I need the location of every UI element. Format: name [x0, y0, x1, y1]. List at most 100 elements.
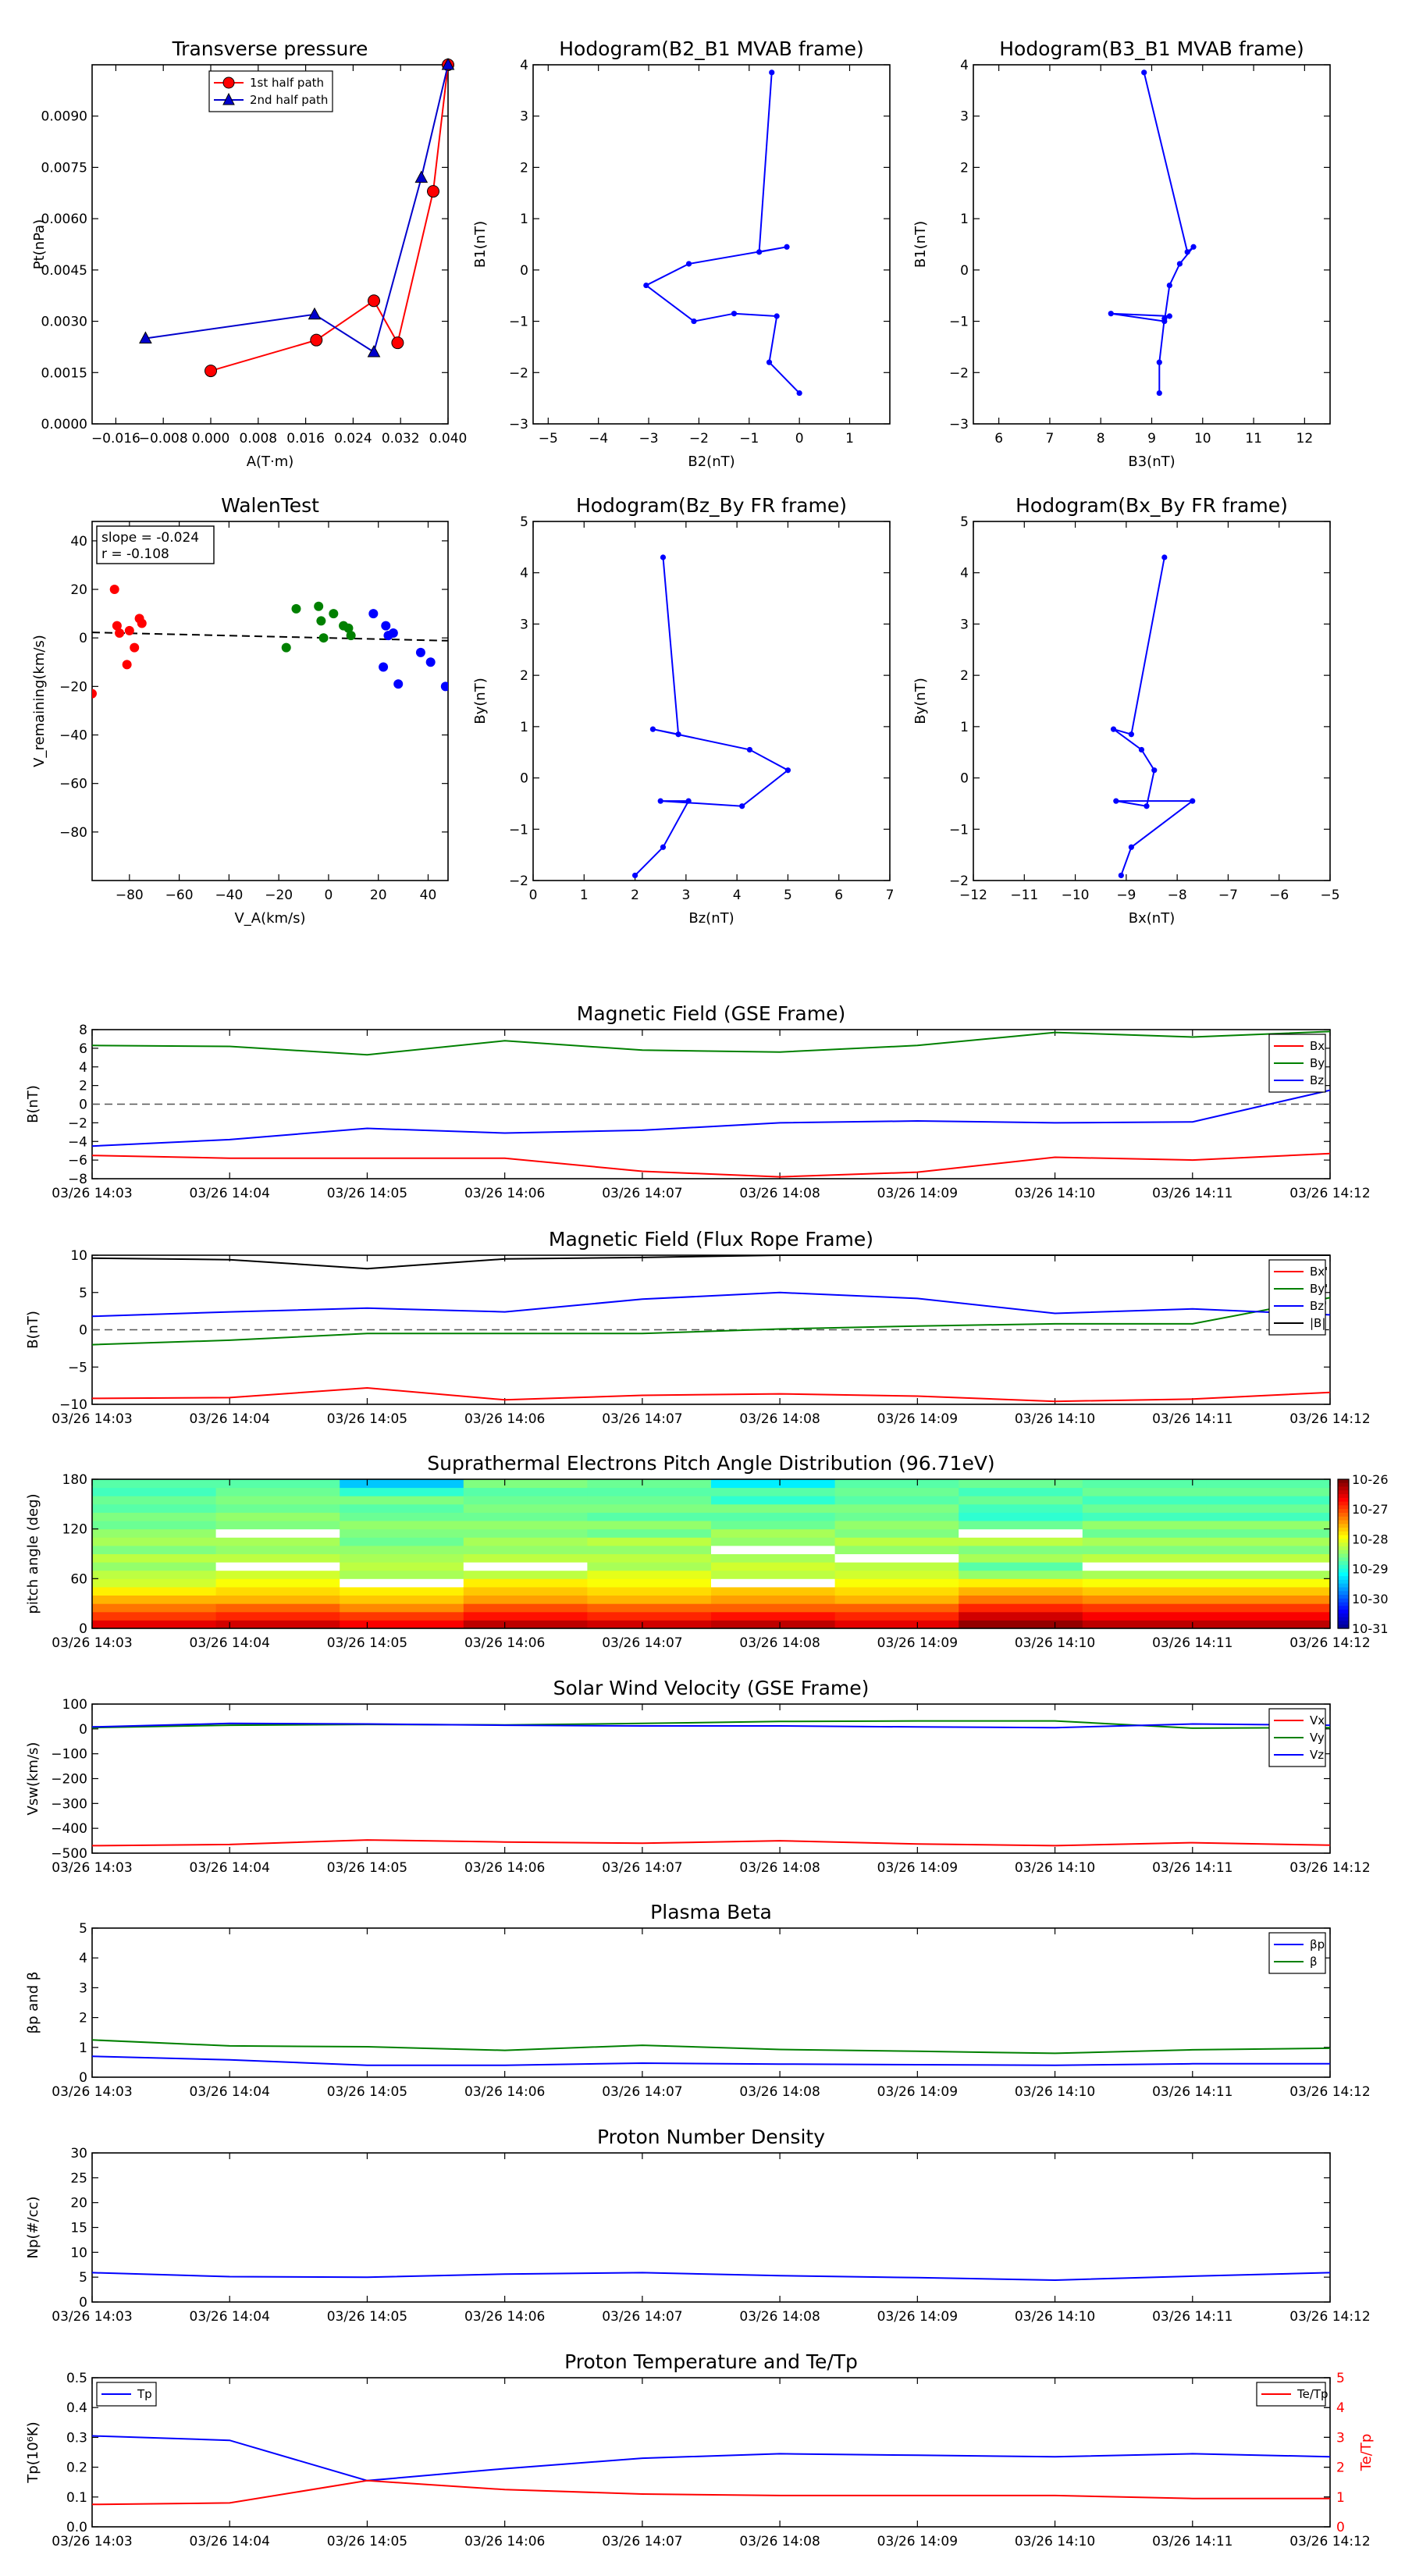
heatmap-cell	[463, 1487, 588, 1496]
y-tick-label: 0	[79, 631, 87, 646]
series-line	[91, 1291, 1331, 1318]
colorbar-cell	[1338, 1572, 1349, 1577]
legend-label: Vx	[1310, 1713, 1325, 1727]
heatmap-cell	[1082, 1479, 1207, 1489]
figure: Transverse pressure−0.016−0.008 0.000 0.00…	[25, 37, 1389, 2549]
series-line	[634, 557, 790, 877]
y-tick-label: 0.0015	[41, 365, 87, 381]
y-tick-label: −10	[59, 1397, 87, 1413]
heatmap-cell	[1206, 1537, 1331, 1546]
heatmap-cell	[463, 1496, 588, 1505]
heatmap-cell	[1206, 1611, 1331, 1621]
y-axis-label: V_remaining(km/s)	[31, 635, 48, 767]
x-tick-label: 03/26 14:11	[1152, 1186, 1232, 1201]
data-point	[388, 628, 398, 638]
y-tick-label: 2	[79, 2011, 87, 2026]
plot-frame	[532, 64, 891, 425]
x-tick-label: 03/26 14:05	[327, 2084, 407, 2100]
heatmap-cell	[92, 1603, 217, 1613]
heatmap-cell	[711, 1503, 836, 1513]
colorbar-cell	[1338, 1528, 1349, 1532]
x-tick-label: 3	[681, 888, 690, 903]
heatmap-cell	[959, 1537, 1083, 1546]
y-tick-label: 0.0060	[41, 212, 87, 227]
heatmap-cell	[92, 1545, 217, 1554]
x-tick-label: 03/26 14:12	[1289, 1411, 1370, 1427]
x-tick-label: −0.008	[139, 431, 188, 447]
y-tick-label: 120	[62, 1522, 87, 1538]
colorbar-cell	[1338, 1501, 1349, 1507]
x-tick-label: −3	[639, 431, 659, 447]
data-point	[1118, 872, 1124, 879]
data-point	[314, 601, 324, 611]
chart-title: Plasma Beta	[650, 1901, 772, 1923]
heatmap-cell	[1082, 1578, 1207, 1588]
x-tick-label: 03/26 14:12	[1289, 1635, 1370, 1651]
heatmap-cell	[834, 1586, 959, 1596]
colorbar-label: 10-30	[1352, 1592, 1389, 1606]
heatmap-cell	[834, 1496, 959, 1505]
y-tick-label: −500	[51, 1846, 87, 1862]
heatmap-cell	[834, 1578, 959, 1588]
heatmap-cell	[463, 1578, 588, 1588]
heatmap-cell	[587, 1570, 712, 1579]
heatmap-cell	[834, 1562, 959, 1571]
x-axis-label: Bx(nT)	[1129, 910, 1175, 927]
x-tick-label: 03/26 14:12	[1289, 1186, 1370, 1201]
data-point	[291, 603, 301, 614]
y-tick-label-right: 0	[1336, 2520, 1345, 2535]
chart-hodogram_b3_b1: Hodogram(B3_B1 MVAB frame)6 7 8 9 10 11 12−3−2…	[912, 37, 1331, 470]
heatmap-cell	[340, 1521, 464, 1530]
heatmap-cell	[834, 1537, 959, 1546]
x-tick-label: 03/26 14:11	[1152, 2534, 1232, 2549]
x-tick-label: 0	[795, 431, 804, 447]
data-point	[1151, 767, 1158, 774]
y-axis-label: B(nT)	[25, 1311, 41, 1349]
heatmap-cell	[1206, 1496, 1331, 1505]
heatmap-cell	[92, 1578, 217, 1588]
legend-label: β	[1310, 1955, 1318, 1969]
data-point	[368, 609, 379, 619]
heatmap-cell	[959, 1553, 1083, 1563]
chart-title: Magnetic Field (Flux Rope Frame)	[549, 1228, 873, 1251]
y-tick-label: 0.0045	[41, 263, 87, 279]
y-tick-label: −2	[509, 365, 528, 381]
heatmap-cell	[711, 1512, 836, 1521]
heatmap-cell	[959, 1570, 1083, 1579]
heatmap-cell	[834, 1487, 959, 1496]
y-tick-label: 1	[960, 212, 969, 227]
colorbar-cell	[1338, 1539, 1349, 1543]
heatmap-cell	[340, 1545, 464, 1554]
x-tick-label: −8	[1168, 888, 1187, 903]
x-tick-label: 03/26 14:11	[1152, 2084, 1232, 2100]
x-tick-label: −11	[1010, 888, 1038, 903]
data-point	[1156, 390, 1162, 397]
y-tick-label: −3	[949, 417, 969, 432]
heatmap-cell	[1206, 1603, 1331, 1613]
data-point	[657, 798, 663, 804]
x-tick-label: 0	[529, 888, 538, 903]
x-tick-label: 03/26 14:04	[190, 2309, 270, 2325]
plot-frame	[973, 521, 1331, 881]
heatmap-cell	[92, 1595, 217, 1604]
data-point	[415, 647, 425, 657]
heatmap-cell	[215, 1512, 340, 1521]
heatmap-cell	[1082, 1603, 1207, 1613]
heatmap-cell	[1082, 1620, 1207, 1629]
legend-label: 2nd half path	[250, 93, 328, 107]
data-point	[643, 282, 649, 289]
chart-title: Transverse pressure	[172, 37, 368, 60]
series-line	[91, 2479, 1330, 2506]
y-axis-label: B1(nT)	[472, 221, 489, 268]
x-tick-label: 03/26 14:03	[52, 1411, 132, 1427]
y-tick-label: 0.1	[66, 2490, 87, 2506]
annotation-text: r = -0.108	[101, 546, 169, 562]
heatmap-cell	[834, 1553, 959, 1563]
x-tick-label: 2	[631, 888, 639, 903]
y-tick-label: −100	[51, 1747, 87, 1763]
colorbar-label: 10-31	[1352, 1621, 1389, 1636]
data-point	[1141, 69, 1147, 76]
heatmap-cell	[215, 1545, 340, 1554]
heatmap-cell	[834, 1545, 959, 1554]
heatmap-cell	[711, 1528, 836, 1538]
